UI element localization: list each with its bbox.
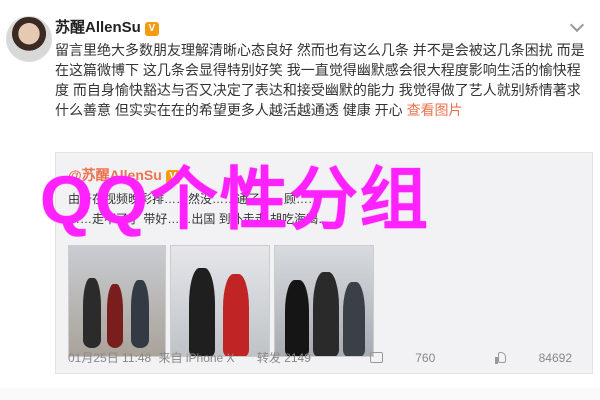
post-author[interactable]: 苏醒AllenSu V [55, 16, 159, 37]
photo-2[interactable] [170, 245, 270, 357]
chevron-down-icon[interactable] [572, 22, 582, 32]
photo-3[interactable] [274, 245, 374, 357]
post-source: 来自 iPhone X [158, 351, 235, 365]
like-button[interactable]: 84692 [467, 351, 572, 365]
photo-person [285, 280, 309, 356]
comment-icon [370, 352, 384, 363]
like-count: 84692 [538, 351, 572, 365]
photo-person [343, 282, 365, 356]
verified-icon: V [144, 22, 159, 36]
post-time[interactable]: 01月25日 11:48 [68, 351, 151, 365]
photo-person [83, 278, 101, 348]
post-body: 留言里绝大多数朋友理解清晰心态良好 然而也有这么几条 并不是会被这几条困扰 而是… [55, 40, 590, 120]
post-stats: 转发 2149 760 84692 [229, 349, 572, 366]
photo-person [313, 272, 339, 356]
photo-person [107, 284, 123, 348]
photo-person [189, 268, 215, 356]
view-images-link[interactable]: 查看图片 [407, 102, 463, 118]
repost-button[interactable]: 转发 2149 [257, 351, 311, 365]
photo-1[interactable] [68, 245, 166, 357]
post-author-name[interactable]: 苏醒AllenSu [55, 19, 141, 36]
photo-person [223, 274, 249, 356]
bottom-strip [0, 388, 600, 400]
post-text: 留言里绝大多数朋友理解清晰心态良好 然而也有这么几条 并不是会被这几条困扰 而是… [55, 42, 585, 118]
watermark-text: QQ个性分组 [40, 162, 430, 238]
comment-button[interactable]: 760 [342, 351, 435, 365]
comment-count: 760 [415, 351, 436, 365]
photo-person [131, 280, 149, 348]
post-meta: 01月25日 11:48 来自 iPhone X [68, 349, 235, 366]
avatar[interactable] [6, 16, 52, 62]
like-icon [494, 352, 507, 364]
